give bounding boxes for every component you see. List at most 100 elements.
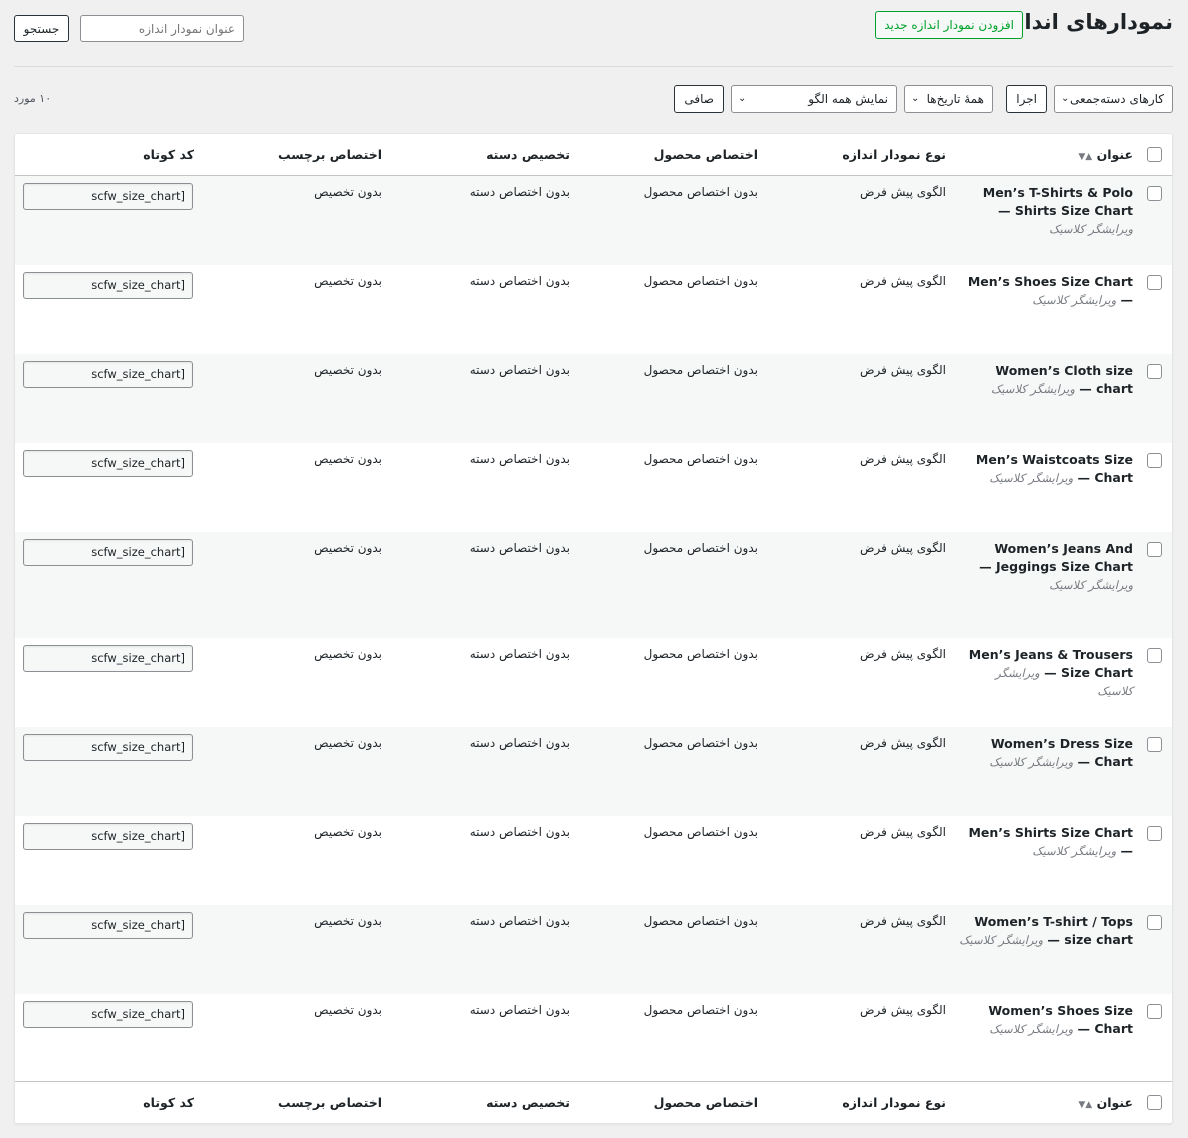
row-product-assignment: بدون اختصاص محصول [643, 825, 758, 839]
table-row: Men’s Jeans & Trousers Size Chart — ویرا… [15, 638, 1172, 727]
column-title-footer[interactable]: عنوان ▲▼ [1075, 1095, 1133, 1110]
row-tag-assignment: بدون تخصیص [314, 452, 382, 466]
row-tag-assignment: بدون تخصیص [314, 647, 382, 661]
bulk-actions-select[interactable]: کارهای دسته‌جمعی ⌄ [1054, 85, 1173, 113]
row-shortcode-field[interactable]: [scfw_size_chart id="۳۲۴۹"] [23, 183, 193, 210]
row-editor-state: ویرایشگر کلاسیک [989, 471, 1074, 485]
row-checkbox[interactable] [1147, 364, 1162, 379]
row-product-assignment: بدون اختصاص محصول [643, 647, 758, 661]
row-shortcode-field[interactable]: [scfw_size_chart id="۳۲۵۳"] [23, 645, 193, 672]
column-shortcode-header: کد کوتاه [143, 147, 194, 162]
chevron-down-icon: ⌄ [911, 93, 920, 104]
page-wrapper: نمودارهای اندازه افزودن نمودار اندازه جد… [14, 0, 1173, 1138]
row-product-assignment: بدون اختصاص محصول [643, 185, 758, 199]
row-shortcode-field[interactable]: [scfw_size_chart id="۳۲۵۱"] [23, 823, 193, 850]
row-tag-assignment: بدون تخصیص [314, 185, 382, 199]
row-checkbox[interactable] [1147, 453, 1162, 468]
select-all-checkbox[interactable] [1147, 147, 1162, 162]
search-button[interactable]: جستجو [14, 15, 69, 42]
row-checkbox[interactable] [1147, 915, 1162, 930]
row-product-assignment: بدون اختصاص محصول [643, 541, 758, 555]
row-checkbox[interactable] [1147, 275, 1162, 290]
row-shortcode-field[interactable]: [scfw_size_chart id="۳۲۵۰"] [23, 912, 193, 939]
row-shortcode-field[interactable]: [scfw_size_chart id="۳۲۵۷"] [23, 272, 193, 299]
row-checkbox[interactable] [1147, 648, 1162, 663]
row-product-assignment: بدون اختصاص محصول [643, 274, 758, 288]
row-checkbox[interactable] [1147, 826, 1162, 841]
row-category-assignment: بدون اختصاص دسته [469, 274, 570, 288]
row-editor-state: ویرایشگر کلاسیک [1049, 222, 1133, 236]
row-tag-assignment: بدون تخصیص [314, 274, 382, 288]
row-editor-state: ویرایشگر کلاسیک [991, 382, 1075, 396]
row-title-separator: — [1120, 843, 1134, 858]
table-row: Women’s Jeans And Jeggings Size Chart — … [15, 532, 1172, 638]
row-checkbox[interactable] [1147, 186, 1162, 201]
row-product-assignment: بدون اختصاص محصول [643, 363, 758, 377]
row-shortcode-field[interactable]: [scfw_size_chart id="۳۲۵۵"] [23, 450, 193, 477]
apply-button[interactable]: اجرا [1006, 85, 1047, 113]
row-title-link[interactable]: Men’s Shirts Size Chart [968, 825, 1133, 840]
page-header: نمودارهای اندازه افزودن نمودار اندازه جد… [14, 8, 1173, 42]
row-title: Women’s Jeans And Jeggings Size Chart — … [958, 540, 1133, 594]
row-editor-state: ویرایشگر کلاسیک [1032, 293, 1117, 307]
table-row: Women’s Dress Size Chart — ویرایشگر کلاس… [15, 727, 1172, 816]
table-row: Women’s Shoes Size Chart — ویرایشگر کلاس… [15, 994, 1172, 1083]
add-new-size-chart-button[interactable]: افزودن نمودار اندازه جدید [875, 11, 1023, 39]
row-category-assignment: بدون اختصاص دسته [469, 914, 570, 928]
row-title-separator: — [1120, 292, 1134, 307]
row-chart-type: الگوی پیش فرض [860, 914, 946, 928]
column-title-label: عنوان [1096, 147, 1133, 162]
row-title: Men’s Waistcoats Size Chart — ویرایشگر ک… [958, 451, 1133, 487]
column-title-header[interactable]: عنوان ▲▼ [1075, 147, 1133, 162]
sort-icon: ▲▼ [1078, 1100, 1093, 1110]
row-category-assignment: بدون اختصاص دسته [469, 363, 570, 377]
chevron-down-icon: ⌄ [738, 93, 747, 104]
row-checkbox[interactable] [1147, 737, 1162, 752]
row-title-link[interactable]: Men’s Shoes Size Chart [968, 274, 1133, 289]
row-category-assignment: بدون اختصاص دسته [469, 1003, 570, 1017]
row-title: Men’s Shoes Size Chart — ویرایشگر کلاسیک [958, 273, 1133, 309]
table-row: Men’s Shirts Size Chart — ویرایشگر کلاسی… [15, 816, 1172, 905]
row-shortcode-field[interactable]: [scfw_size_chart id="۳۲۵۸"] [23, 1001, 193, 1028]
row-chart-type: الگوی پیش فرض [860, 825, 946, 839]
table-header: عنوان ▲▼ نوع نمودار اندازه اختصاص محصول … [15, 134, 1172, 176]
row-shortcode-field[interactable]: [scfw_size_chart id="۳۲۵۶"] [23, 361, 193, 388]
row-title-separator: — [1047, 932, 1060, 947]
row-title-link[interactable]: Women’s Jeans And Jeggings Size Chart [994, 541, 1133, 574]
row-title-separator: — [1079, 381, 1092, 396]
bulk-actions-label: کارهای دسته‌جمعی [1070, 92, 1164, 106]
table-row: Women’s Cloth size chart — ویرایشگر کلاس… [15, 354, 1172, 443]
row-chart-type: الگوی پیش فرض [860, 1003, 946, 1017]
table-row: Men’s Shoes Size Chart — ویرایشگر کلاسیک… [15, 265, 1172, 354]
template-filter-select[interactable]: نمایش همه الگو ⌄ [731, 85, 897, 113]
table-body: Men’s T-Shirts & Polo Shirts Size Chart … [15, 176, 1172, 1083]
row-tag-assignment: بدون تخصیص [314, 825, 382, 839]
row-editor-state: ویرایشگر کلاسیک [989, 1022, 1074, 1036]
all-dates-select[interactable]: همهٔ تاریخ‌ها ⌄ [904, 85, 993, 113]
row-editor-state: ویرایشگر کلاسیک [1049, 578, 1133, 592]
row-category-assignment: بدون اختصاص دسته [469, 736, 570, 750]
items-count: ۱۰ مورد [14, 92, 52, 105]
row-title-separator: — [1077, 470, 1090, 485]
row-title: Men’s Shirts Size Chart — ویرایشگر کلاسی… [958, 824, 1133, 860]
row-checkbox[interactable] [1147, 542, 1162, 557]
row-shortcode-field[interactable]: [scfw_size_chart id="۳۲۵۲"] [23, 734, 193, 761]
row-title: Men’s T-Shirts & Polo Shirts Size Chart … [958, 184, 1133, 238]
row-category-assignment: بدون اختصاص دسته [469, 452, 570, 466]
header-divider [14, 66, 1173, 67]
column-type-footer: نوع نمودار اندازه [842, 1095, 946, 1110]
row-title: Women’s Shoes Size Chart — ویرایشگر کلاس… [958, 1002, 1133, 1038]
row-chart-type: الگوی پیش فرض [860, 647, 946, 661]
row-category-assignment: بدون اختصاص دسته [469, 825, 570, 839]
row-checkbox[interactable] [1147, 1004, 1162, 1019]
page-title: نمودارهای اندازه [999, 10, 1173, 34]
filter-button[interactable]: صافی [674, 85, 724, 113]
row-chart-type: الگوی پیش فرض [860, 274, 946, 288]
row-shortcode-field[interactable]: [scfw_size_chart id="۳۲۵۴"] [23, 539, 193, 566]
select-all-checkbox-footer[interactable] [1147, 1095, 1162, 1110]
row-editor-state: ویرایشگر کلاسیک [959, 933, 1044, 947]
template-filter-label: نمایش همه الگو [808, 92, 888, 106]
search-input[interactable] [80, 15, 244, 42]
row-editor-state: ویرایشگر کلاسیک [989, 755, 1074, 769]
column-tag-header: اختصاص برچسب [277, 147, 382, 162]
